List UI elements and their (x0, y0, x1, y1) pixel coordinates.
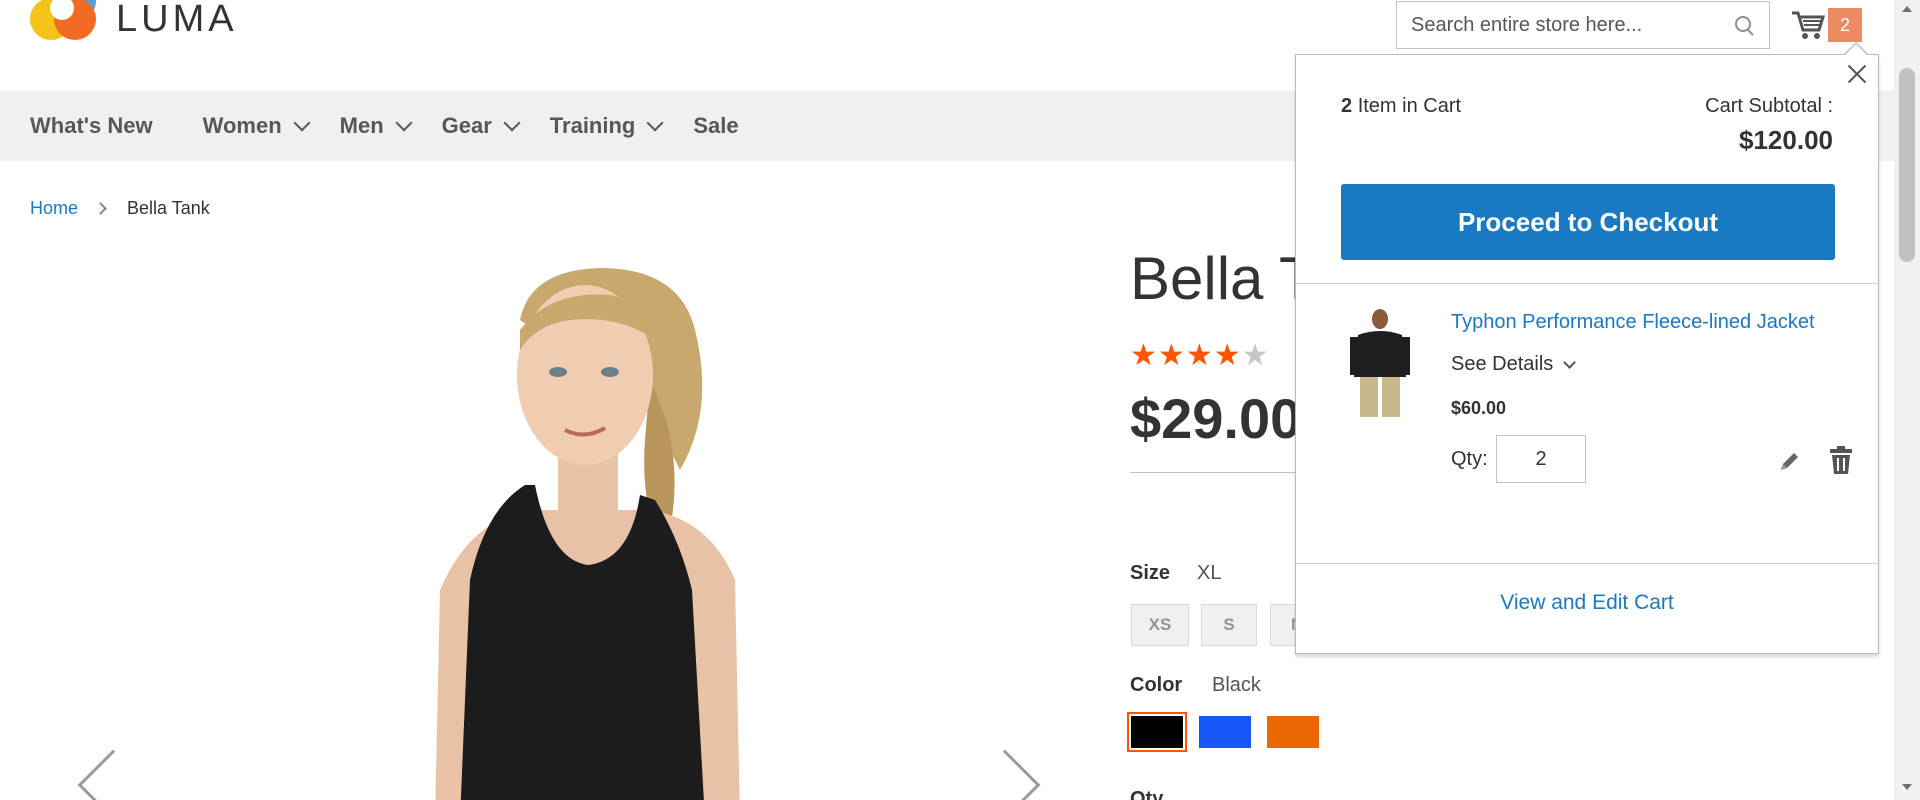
size-label: Size (1130, 562, 1171, 584)
nav-item-whats-new[interactable]: What's New (30, 113, 153, 139)
star-filled-icon: ★ (1185, 338, 1213, 373)
scroll-down-arrow-icon[interactable] (1902, 784, 1912, 790)
luma-logo-mark (30, 0, 96, 52)
edit-pencil-icon[interactable] (1776, 449, 1802, 475)
color-swatch-orange[interactable] (1267, 716, 1319, 748)
cart-subtotal-label: Cart Subtotal : (1705, 95, 1833, 117)
nav-item-training[interactable]: Training (550, 113, 664, 139)
chevron-down-icon (503, 114, 521, 132)
cart-counter-badge[interactable]: 2 (1828, 8, 1862, 42)
shopping-cart-icon[interactable] (1790, 8, 1826, 42)
chevron-right-icon (94, 202, 107, 215)
breadcrumb-home-link[interactable]: Home (30, 198, 78, 219)
nav-item-men[interactable]: Men (340, 113, 413, 139)
cart-item-price: $60.00 (1451, 398, 1507, 418)
proceed-to-checkout-button[interactable]: Proceed to Checkout (1341, 184, 1835, 260)
store-logo[interactable]: LUMA (30, 0, 250, 54)
scroll-up-arrow-icon[interactable] (1902, 6, 1912, 12)
search-box (1396, 1, 1770, 49)
trash-icon[interactable] (1828, 445, 1854, 475)
chevron-down-icon (293, 114, 311, 132)
size-option-xs[interactable]: XS (1131, 604, 1189, 646)
scrollbar-thumb[interactable] (1899, 68, 1915, 262)
star-filled-icon: ★ (1157, 338, 1185, 373)
star-filled-icon: ★ (1130, 338, 1157, 373)
product-rating[interactable]: ★ ★ ★ ★ ★ (1130, 341, 1270, 371)
see-details-toggle[interactable]: See Details (1451, 353, 1577, 376)
divider (1130, 472, 1300, 473)
size-option-s[interactable]: S (1201, 604, 1257, 646)
color-swatch-black[interactable] (1127, 712, 1187, 752)
chevron-down-icon (646, 114, 664, 132)
breadcrumb: Home Bella Tank (30, 198, 210, 219)
gallery-next-arrow[interactable] (969, 749, 1041, 800)
product-price: $29.00 (1130, 387, 1300, 450)
cart-item-thumbnail[interactable] (1342, 307, 1418, 419)
nav-item-sale[interactable]: Sale (693, 113, 738, 139)
product-gallery (60, 250, 1050, 800)
divider (1296, 283, 1878, 284)
color-swatch-blue[interactable] (1199, 716, 1251, 748)
search-icon[interactable] (1733, 14, 1755, 36)
minicart-dropdown: 2 Item in Cart Cart Subtotal : $120.00 P… (1295, 42, 1879, 654)
color-label: Color (1130, 674, 1183, 696)
close-icon[interactable] (1844, 61, 1870, 87)
chevron-down-icon (395, 114, 413, 132)
minicart-item-count: 2 Item in Cart (1341, 95, 1462, 117)
divider (1296, 563, 1878, 564)
view-and-edit-cart-link[interactable]: View and Edit Cart (1296, 591, 1878, 615)
minicart-toggle[interactable]: 2 (1790, 4, 1862, 46)
page-scrollbar[interactable] (1894, 0, 1920, 800)
star-filled-icon: ★ (1213, 338, 1241, 373)
cart-item-qty-label: Qty: (1451, 448, 1488, 470)
color-selected-value: Black (1212, 674, 1261, 696)
brand-name: LUMA (116, 0, 238, 40)
breadcrumb-current: Bella Tank (127, 198, 210, 218)
cart-subtotal-amount: $120.00 (1739, 125, 1833, 155)
cart-item-name-link[interactable]: Typhon Performance Fleece-lined Jacket (1451, 311, 1815, 334)
size-selected-value: XL (1197, 562, 1222, 584)
star-empty-icon: ★ (1241, 338, 1269, 373)
cart-item-qty-input[interactable] (1496, 435, 1586, 483)
product-image[interactable] (320, 260, 880, 800)
chevron-down-icon (1563, 355, 1577, 369)
nav-item-women[interactable]: Women (203, 113, 311, 139)
search-input[interactable] (1411, 13, 1733, 37)
product-title: Bella Tank (1130, 245, 1300, 312)
qty-label: Qty (1130, 788, 1164, 800)
nav-item-gear[interactable]: Gear (442, 113, 521, 139)
gallery-prev-arrow[interactable] (77, 749, 149, 800)
